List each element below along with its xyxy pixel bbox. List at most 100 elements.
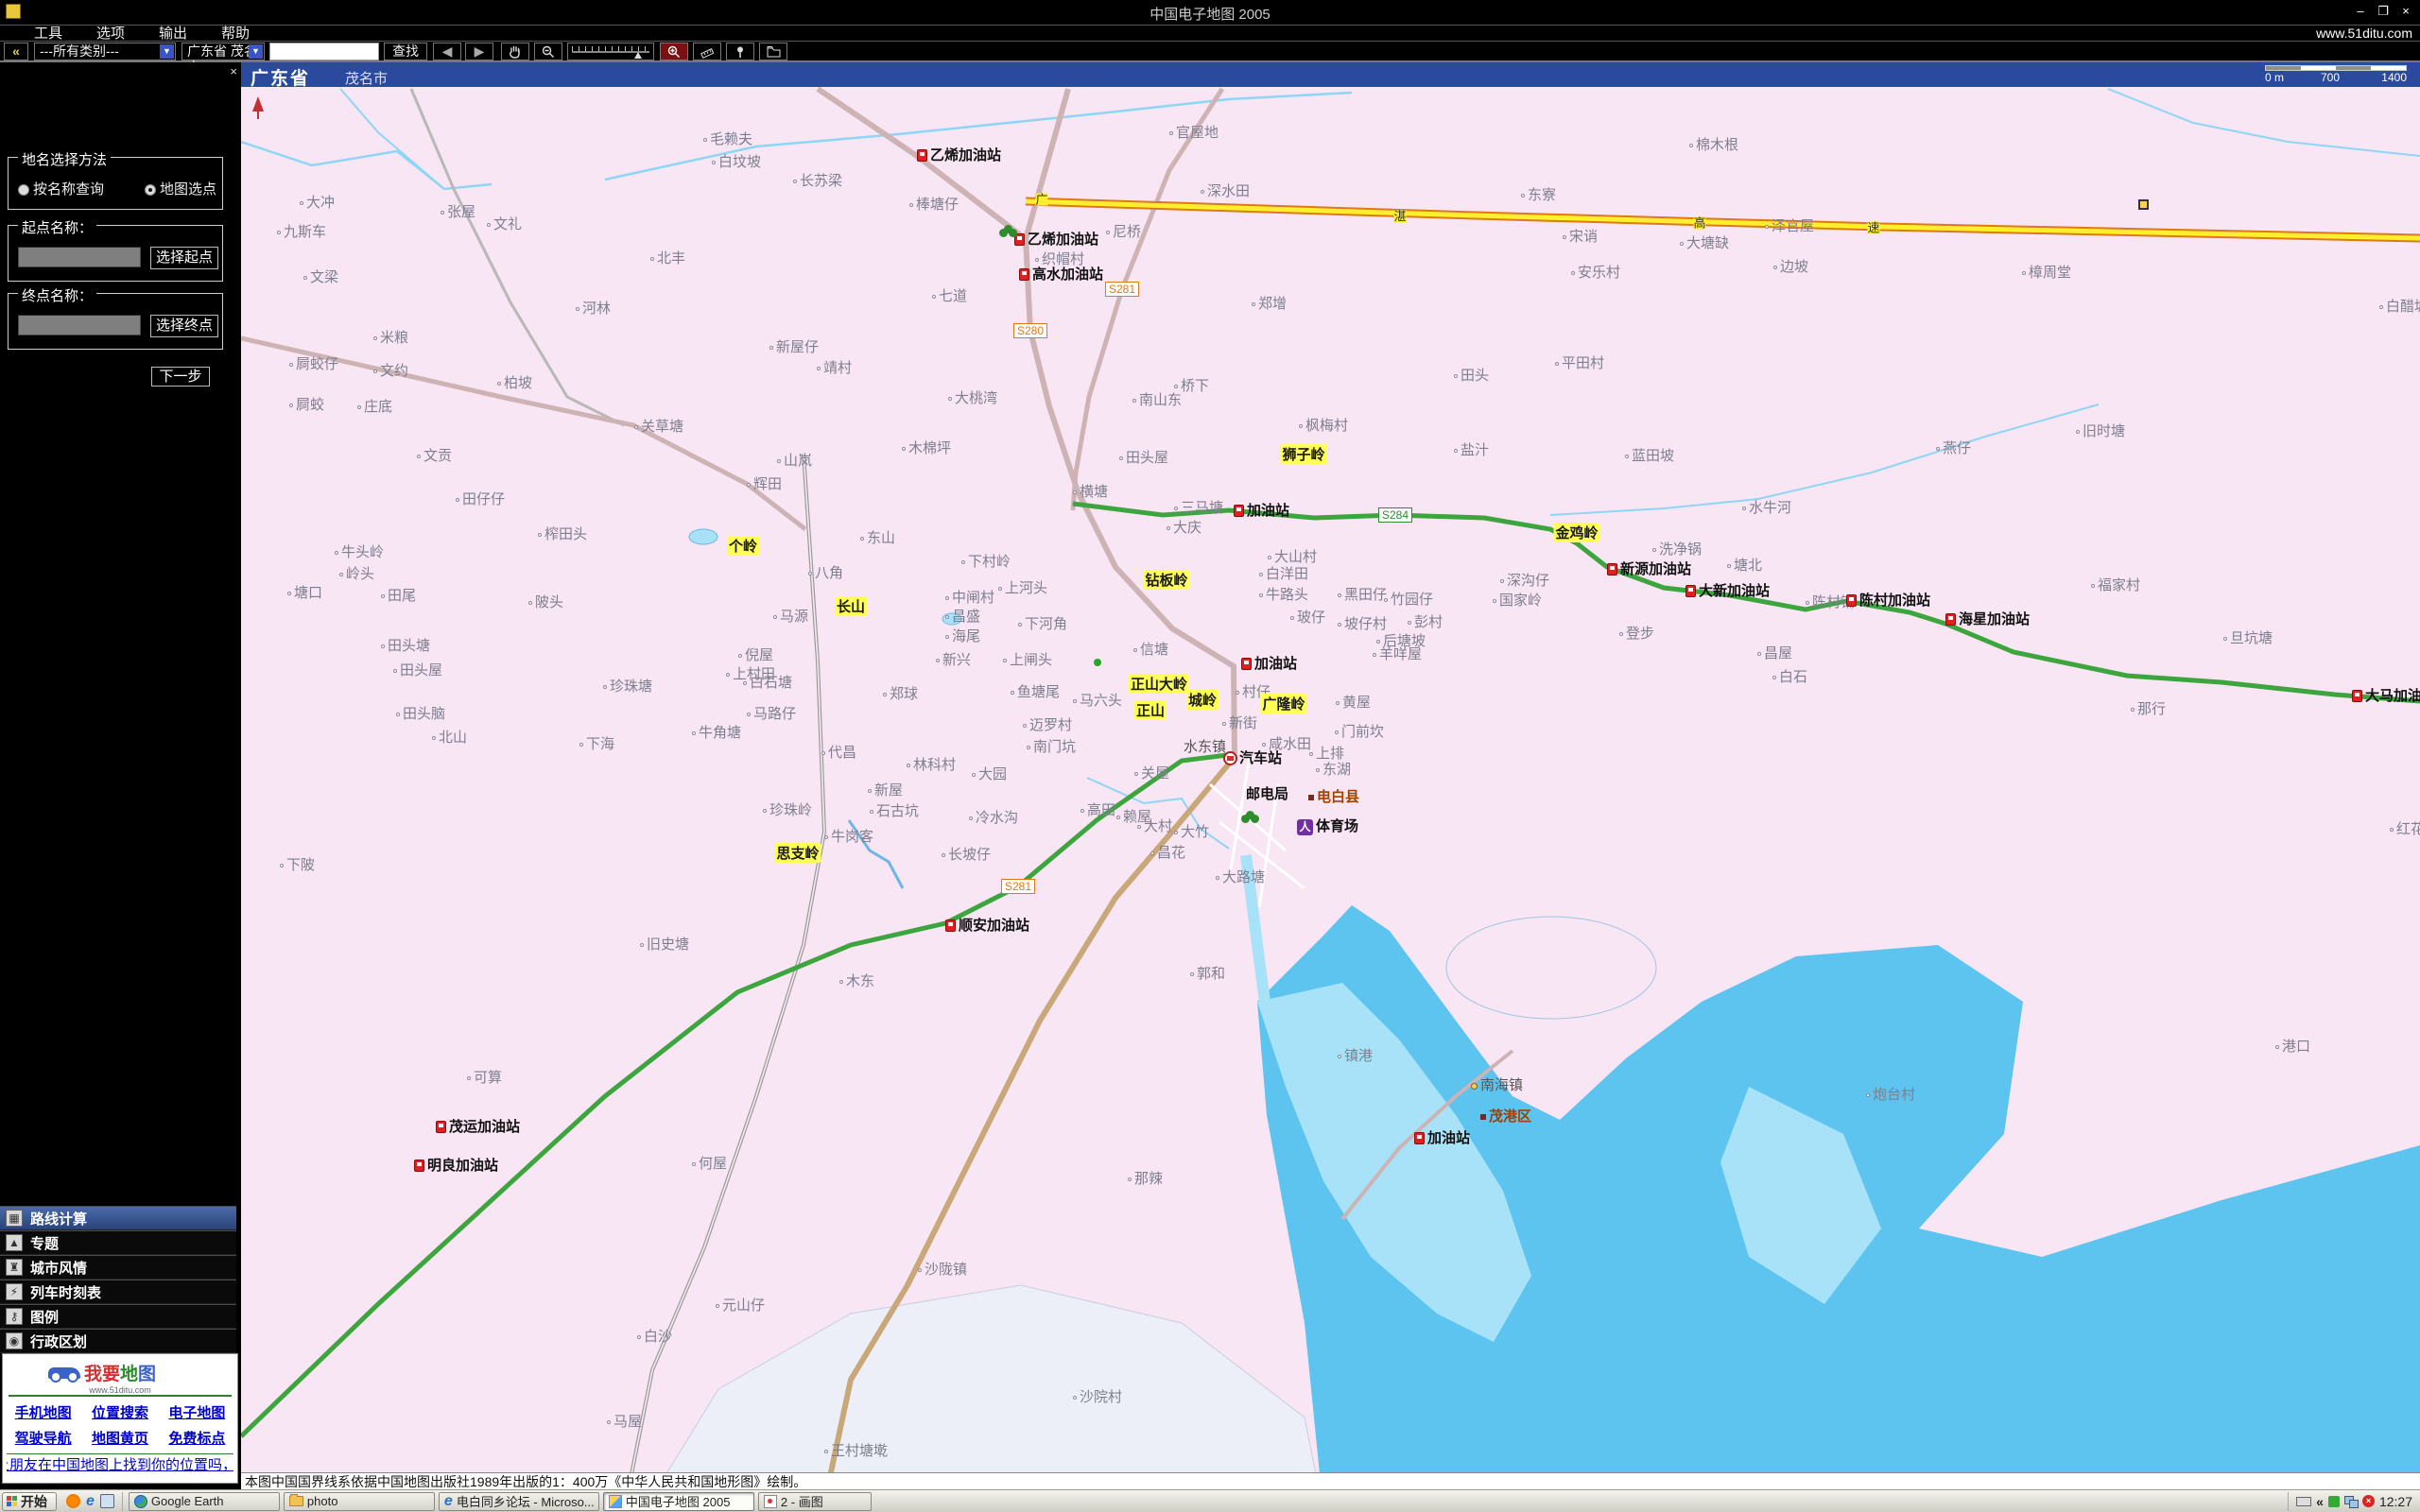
- place-dot-icon: [1373, 653, 1376, 657]
- media-player-icon[interactable]: [66, 1494, 80, 1508]
- forward-button[interactable]: ▶: [465, 43, 493, 60]
- map-place-label: 大庆: [1167, 517, 1201, 537]
- minimize-button[interactable]: –: [2350, 4, 2371, 20]
- select-end-button[interactable]: 选择终点: [150, 315, 218, 337]
- map-place-label: 关屋: [1134, 763, 1169, 782]
- map-place-label: 田尾: [381, 585, 416, 605]
- find-button[interactable]: 查找: [384, 43, 427, 60]
- chevron-down-icon[interactable]: ▼: [249, 44, 263, 59]
- promo-link-驾驶导航[interactable]: 驾驶导航: [15, 1428, 72, 1448]
- alert-icon[interactable]: ×: [2362, 1495, 2375, 1507]
- map-place-label: 炮台村: [1866, 1084, 1915, 1104]
- accordion-label: 图例: [30, 1307, 59, 1327]
- next-step-button[interactable]: 下一步: [151, 367, 210, 387]
- taskbar-task-Google Earth[interactable]: Google Earth: [129, 1492, 280, 1511]
- place-dot-icon: [747, 483, 751, 487]
- clock[interactable]: 12:27: [2379, 1494, 2412, 1509]
- radio-label: 按名称查询: [33, 181, 104, 198]
- keyboard-icon[interactable]: [2296, 1497, 2311, 1506]
- window-title: 中国电子地图 2005: [0, 4, 2420, 24]
- map-canvas[interactable]: 荔枝车毛赖夫白坟坡大冲九斯车张屋文礼北丰文梁河林米粮文约柏坡庄底屙蛟仔屙蛟文贡田…: [241, 87, 2420, 1472]
- accordion-item-专题[interactable]: ▲专题: [0, 1230, 236, 1255]
- zoom-slider[interactable]: [567, 43, 654, 60]
- folder-icon[interactable]: [759, 43, 787, 60]
- accordion-item-列车时刻表[interactable]: ⚡列车时刻表: [0, 1280, 236, 1304]
- network-icon[interactable]: [2344, 1496, 2358, 1506]
- place-dot-icon: [1222, 722, 1226, 726]
- region-icon: ◉: [6, 1332, 23, 1349]
- map-place-label: 上闸头: [1003, 649, 1052, 669]
- slider-thumb[interactable]: [634, 52, 642, 59]
- scale-label: 1400: [2381, 71, 2407, 84]
- accordion-item-城市风情[interactable]: ♜城市风情: [0, 1255, 236, 1280]
- fuel-pump-icon: [414, 1160, 424, 1172]
- taskbar-task-photo[interactable]: photo: [284, 1492, 435, 1511]
- town-label-南海镇: 南海镇: [1471, 1074, 1523, 1094]
- collapse-sidebar-button[interactable]: «: [4, 43, 28, 60]
- promo-link-位置搜索[interactable]: 位置搜索: [92, 1402, 148, 1422]
- category-dropdown[interactable]: ---所有类别--- ▼: [34, 43, 176, 60]
- task-label: 中国电子地图 2005: [626, 1492, 731, 1510]
- start-button[interactable]: 开始: [2, 1492, 57, 1511]
- taskbar-task-电白同乡论坛 - Microso...[interactable]: e电白同乡论坛 - Microso...: [439, 1492, 599, 1511]
- promo-link-手机地图[interactable]: 手机地图: [15, 1402, 72, 1422]
- map-place-label: 牛岗客: [824, 826, 873, 846]
- method-group-title: 地名选择方法: [18, 149, 111, 169]
- map-place-label: 榨田头: [538, 524, 587, 543]
- place-dot-icon: [1773, 266, 1777, 269]
- close-button[interactable]: ×: [2395, 4, 2416, 20]
- map-place-label: 深沟仔: [1500, 570, 1549, 590]
- menu-选项[interactable]: 选项: [96, 26, 125, 42]
- zoom-in-icon[interactable]: [660, 43, 688, 60]
- sidebar-close-icon[interactable]: ×: [230, 64, 237, 78]
- taskbar-task-中国电子地图 2005[interactable]: 中国电子地图 2005: [603, 1492, 754, 1511]
- promo-link-地图黄页[interactable]: 地图黄页: [92, 1428, 148, 1448]
- place-dot-icon: [538, 533, 542, 537]
- road-badge-S284: S284: [1378, 507, 1412, 523]
- site-link[interactable]: www.51ditu.com: [2316, 26, 2412, 42]
- select-start-button[interactable]: 选择起点: [150, 247, 218, 269]
- place-dot-icon: [909, 203, 913, 207]
- place-dot-icon: [1134, 772, 1138, 776]
- taskbar-task-2 - 画图[interactable]: 2 - 画图: [758, 1492, 872, 1511]
- tray-chevron-icon[interactable]: «: [2316, 1494, 2324, 1509]
- place-dot-icon: [726, 673, 730, 677]
- map-place-label: 文约: [373, 360, 408, 380]
- promo-link-电子地图[interactable]: 电子地图: [168, 1402, 225, 1422]
- logo-char: 要: [102, 1365, 120, 1384]
- promo-link-免费标点[interactable]: 免费标点: [168, 1428, 225, 1448]
- map-place-label: 大园: [972, 764, 1007, 783]
- antivirus-icon[interactable]: [2328, 1496, 2340, 1507]
- ie-icon[interactable]: e: [86, 1494, 95, 1508]
- map-place-label: 长苏梁: [793, 170, 842, 190]
- measure-ruler-icon[interactable]: [693, 43, 721, 60]
- menu-工具[interactable]: 工具: [34, 26, 62, 42]
- region-dropdown[interactable]: 广东省 茂名市 ▼: [182, 43, 265, 60]
- gas-station-marker: 陈村加油站: [1846, 590, 1930, 610]
- menu-帮助[interactable]: 帮助: [221, 26, 250, 42]
- pushpin-icon[interactable]: [726, 43, 754, 60]
- hill-label: 城岭: [1186, 690, 1219, 710]
- restore-button[interactable]: ❐: [2373, 4, 2394, 20]
- legend-icon: ⚷: [6, 1308, 23, 1325]
- place-dot-icon: [743, 681, 747, 685]
- accordion-label: 列车时刻表: [30, 1282, 101, 1302]
- accordion-item-行政区划[interactable]: ◉行政区划: [0, 1329, 236, 1353]
- district-label-茂港区: 茂港区: [1480, 1106, 1531, 1125]
- back-button[interactable]: ◀: [433, 43, 461, 60]
- show-desktop-icon[interactable]: [100, 1494, 114, 1508]
- pan-hand-icon[interactable]: [501, 43, 529, 60]
- place-dot-icon: [2223, 637, 2227, 641]
- start-point-input[interactable]: [18, 247, 141, 267]
- zoom-out-icon[interactable]: [534, 43, 562, 60]
- radio-按名称查询[interactable]: 按名称查询: [18, 179, 104, 198]
- accordion-item-图例[interactable]: ⚷ 图例: [0, 1304, 236, 1329]
- map-place-label: 毛赖夫: [703, 129, 752, 148]
- place-dot-icon: [1772, 676, 1776, 679]
- menu-输出[interactable]: 输出: [159, 26, 187, 42]
- radio-地图选点[interactable]: 地图选点: [145, 179, 216, 198]
- end-point-input[interactable]: [18, 315, 141, 335]
- accordion-item-路线计算[interactable]: ▦路线计算: [0, 1206, 236, 1230]
- chevron-down-icon[interactable]: ▼: [160, 44, 174, 59]
- search-input[interactable]: [269, 43, 379, 60]
